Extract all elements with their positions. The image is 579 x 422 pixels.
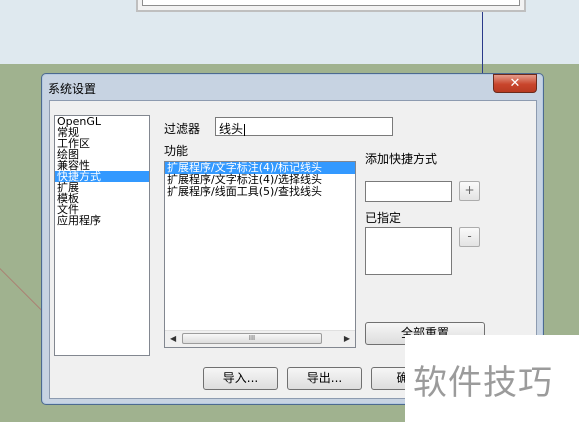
add-shortcut-button[interactable]: + bbox=[459, 181, 480, 201]
close-icon: ✕ bbox=[509, 76, 521, 91]
scroll-thumb[interactable]: III bbox=[182, 333, 322, 344]
function-list[interactable]: 扩展程序/文字标注(4)/标记线头 扩展程序/文字标注(4)/选择线头 扩展程序/线… bbox=[164, 161, 356, 348]
blue-axis-line bbox=[482, 12, 483, 74]
category-item[interactable]: 应用程序 bbox=[55, 215, 149, 226]
dialog-titlebar[interactable]: 系统设置 ✕ bbox=[42, 74, 543, 98]
assigned-shortcuts-list[interactable] bbox=[365, 227, 452, 275]
add-shortcut-label: 添加快捷方式 bbox=[365, 152, 438, 166]
function-items: 扩展程序/文字标注(4)/标记线头 扩展程序/文字标注(4)/选择线头 扩展程序/线… bbox=[165, 162, 355, 198]
dialog-title: 系统设置 bbox=[48, 82, 97, 96]
shortcut-input[interactable] bbox=[365, 181, 452, 202]
category-list[interactable]: OpenGL 常规 工作区 绘图 兼容性 快捷方式 扩展 模板 文件 应用程序 bbox=[54, 115, 150, 356]
filter-value: 线头 bbox=[219, 122, 244, 136]
assigned-label: 已指定 bbox=[365, 211, 402, 225]
background-window bbox=[136, 0, 526, 12]
text-caret bbox=[244, 123, 246, 136]
scroll-left-icon[interactable]: ◀ bbox=[170, 334, 176, 343]
watermark-text: 软件技巧 bbox=[413, 363, 553, 403]
export-button[interactable]: 导出... bbox=[287, 367, 362, 390]
import-button[interactable]: 导入... bbox=[203, 367, 278, 390]
background-window-panel bbox=[142, 0, 520, 6]
function-label: 功能 bbox=[164, 144, 189, 158]
horizontal-scrollbar[interactable]: ◀ III ▶ bbox=[165, 330, 355, 347]
scroll-right-icon[interactable]: ▶ bbox=[344, 334, 350, 343]
close-button[interactable]: ✕ bbox=[493, 74, 537, 93]
filter-label: 过滤器 bbox=[164, 122, 201, 136]
remove-shortcut-button[interactable]: - bbox=[459, 227, 480, 247]
filter-input[interactable]: 线头 bbox=[215, 117, 393, 136]
function-item[interactable]: 扩展程序/线面工具(5)/查找线头 bbox=[165, 186, 355, 198]
